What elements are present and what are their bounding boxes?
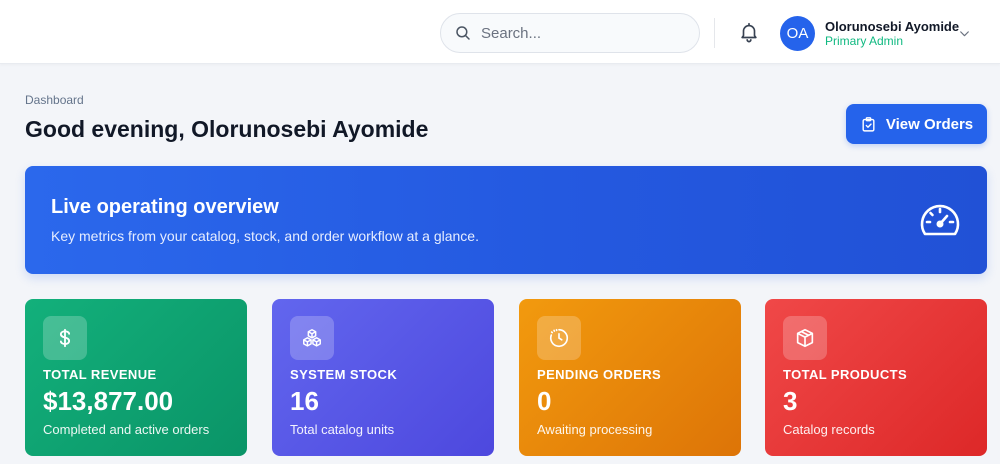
overview-banner: Live operating overview Key metrics from… — [25, 166, 987, 274]
card-note: Total catalog units — [290, 422, 395, 437]
card-label: TOTAL REVENUE — [43, 367, 157, 382]
gauge-icon — [920, 204, 960, 236]
header-divider — [714, 18, 715, 48]
card-note: Catalog records — [783, 422, 875, 437]
total-revenue-card: TOTAL REVENUE $13,877.00 Completed and a… — [25, 299, 247, 456]
card-label: PENDING ORDERS — [537, 367, 662, 382]
card-value: 16 — [290, 386, 319, 416]
top-bar: OA Olorunosebi Ayomide Primary Admin — [0, 0, 1000, 64]
search-input[interactable] — [481, 24, 681, 42]
system-stock-card: SYSTEM STOCK 16 Total catalog units — [272, 299, 494, 456]
card-icon-box — [537, 316, 581, 360]
card-value: $13,877.00 — [43, 386, 174, 416]
box-icon — [796, 328, 814, 348]
clock-icon — [549, 328, 569, 348]
search-icon — [456, 26, 470, 40]
view-orders-button[interactable]: View Orders — [846, 104, 987, 144]
cubes-icon — [303, 329, 321, 347]
card-value: 0 — [537, 386, 552, 416]
card-label: TOTAL PRODUCTS — [783, 367, 908, 382]
breadcrumb: Dashboard — [25, 93, 84, 107]
card-icon-box — [783, 316, 827, 360]
user-role: Primary Admin — [825, 34, 904, 48]
card-note: Completed and active orders — [43, 422, 210, 437]
card-icon-box — [43, 316, 87, 360]
chevron-down-icon[interactable] — [958, 27, 971, 40]
card-value: 3 — [783, 386, 798, 416]
card-note: Awaiting processing — [537, 422, 653, 437]
page-title: Good evening, Olorunosebi Ayomide — [25, 116, 429, 142]
search-box[interactable] — [440, 13, 700, 53]
total-products-card: TOTAL PRODUCTS 3 Catalog records — [765, 299, 987, 456]
card-icon-box — [290, 316, 334, 360]
pending-orders-card: PENDING ORDERS 0 Awaiting processing — [519, 299, 741, 456]
bell-icon[interactable] — [738, 21, 760, 43]
user-name[interactable]: Olorunosebi Ayomide — [825, 19, 959, 34]
avatar[interactable]: OA — [780, 16, 815, 51]
clipboard-check-icon — [862, 116, 875, 132]
view-orders-label: View Orders — [885, 115, 974, 133]
banner-subtitle: Key metrics from your catalog, stock, an… — [51, 228, 479, 244]
banner-title: Live operating overview — [51, 196, 279, 218]
card-label: SYSTEM STOCK — [290, 367, 398, 382]
dollar-icon — [59, 328, 71, 348]
